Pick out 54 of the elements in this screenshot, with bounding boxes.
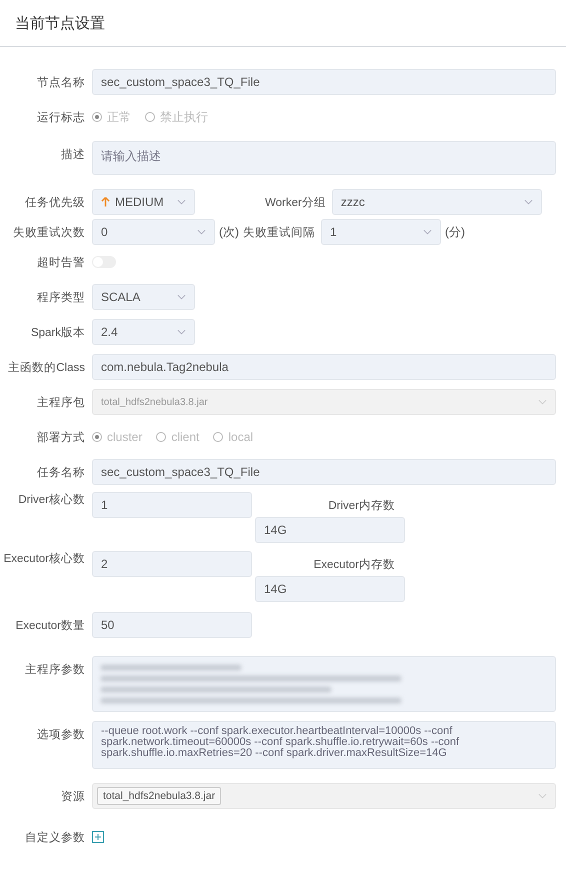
input-field[interactable]: 1 [92,492,252,518]
file-tag: total_hdfs2nebula3.8.jar [97,787,222,805]
args-field[interactable] [92,656,556,712]
field-label: 资源 [60,790,86,804]
chevron-down-icon [177,294,186,300]
chevron-down-icon [177,329,186,335]
chevron-down-icon [524,199,533,205]
select-field[interactable]: MEDIUM [92,189,195,215]
field-label: Executor内存数 [314,558,395,572]
select-field[interactable]: SCALA [92,284,195,310]
input-field[interactable]: 14G [255,576,405,602]
options-field[interactable]: --queue root.work --conf spark.executor.heartbeatInterval=10000s --conf spark.network.timeout=60000s --conf spark.shuffle.io.retrywait=60s --conf spark.shuffle.io.maxRetries=20 --conf spark.driver.maxResultSize=14G [92,721,556,769]
select-field[interactable]: zzzc [332,189,542,215]
field-label: 超时告警 [36,256,86,270]
input-field[interactable]: sec_custom_space3_TQ_File [92,69,556,95]
input-field[interactable]: com.nebula.Tag2nebula [92,354,556,380]
field-label: 失败重试间隔 [243,226,316,240]
field-label: 主程序包 [36,395,86,410]
field-label: 自定义参数 [24,830,86,844]
add-icon[interactable] [92,831,104,843]
field-label: 部署方式 [36,430,86,444]
field-label: Executor核心数 [2,551,86,566]
field-label: 主函数的Class [7,360,86,374]
select-field[interactable]: 1 [321,219,441,245]
input-field[interactable]: 50 [92,612,252,638]
chevron-down-icon [197,229,206,235]
field-label: 任务优先级 [24,196,86,210]
input-field[interactable]: 14G [255,517,405,543]
chevron-down-icon [538,399,547,405]
description-field[interactable]: 请输入描述 [92,141,556,175]
unit-label: (分) [445,224,465,240]
field-label: 主程序参数 [24,662,86,677]
input-field[interactable]: sec_custom_space3_TQ_File [92,459,556,485]
field-label: 任务名称 [36,466,86,480]
dialog-title: 当前节点设置 [15,14,105,32]
field-label: 选项参数 [36,728,86,742]
field-label: Driver核心数 [17,492,86,507]
field-label: 运行标志 [36,110,86,124]
chevron-down-icon [538,793,547,799]
field-label: 失败重试次数 [12,226,86,240]
field-label: Executor数量 [14,618,86,632]
field-label: 程序类型 [36,290,86,304]
field-label: Spark版本 [30,326,86,340]
field-label: 节点名称 [36,76,86,90]
input-field[interactable]: 2 [92,551,252,577]
up-arrow-icon [101,196,110,208]
chevron-down-icon [423,229,432,235]
field-label: Worker分组 [265,196,327,210]
field-label: Driver内存数 [328,498,395,513]
unit-label: (次) [219,224,239,240]
field-label: 描述 [60,148,86,162]
chevron-down-icon [177,199,186,205]
select-field[interactable]: 0 [92,219,215,245]
select-field[interactable]: 2.4 [92,319,195,345]
